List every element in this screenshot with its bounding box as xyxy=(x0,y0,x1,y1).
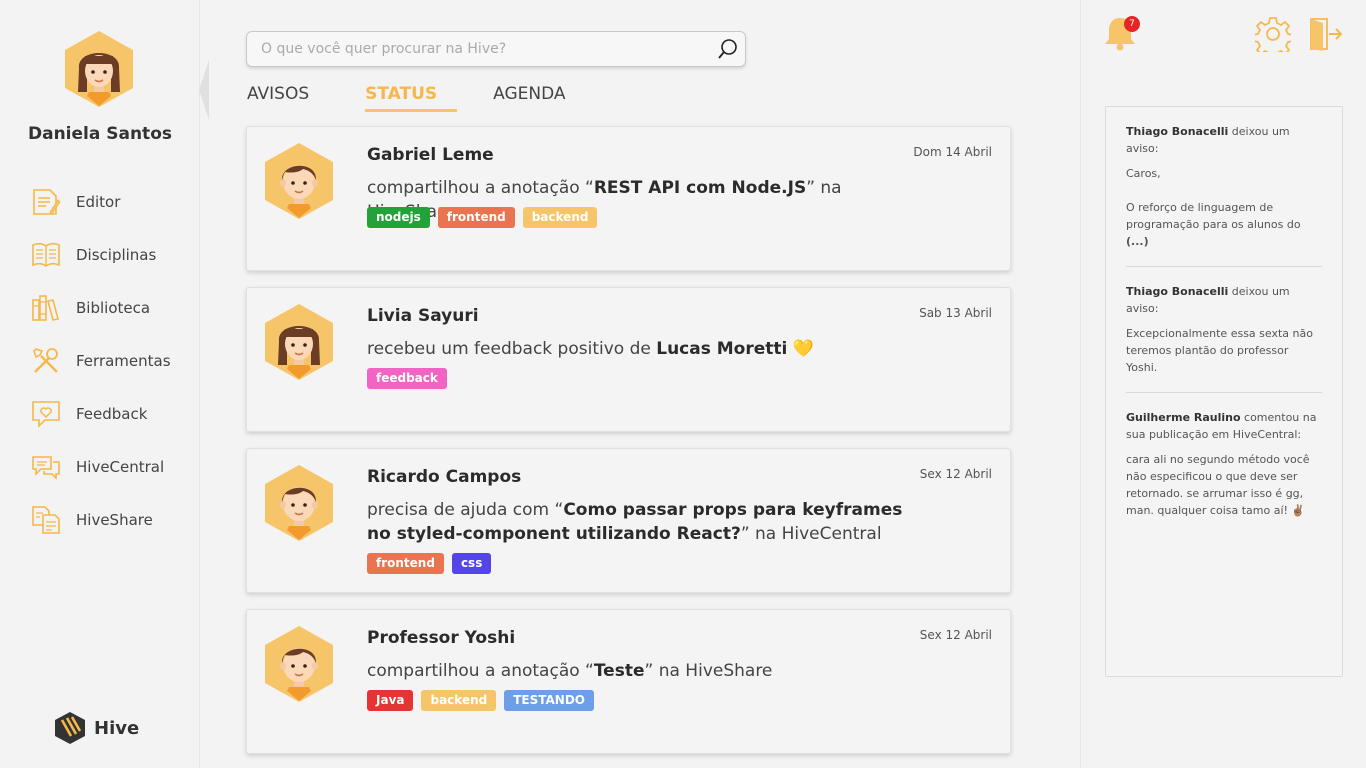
nav-item-editor[interactable]: Editor xyxy=(30,184,200,220)
brand-name: Hive xyxy=(94,717,140,739)
search-bar xyxy=(246,31,746,67)
notice-author[interactable]: Thiago Bonacelli xyxy=(1126,285,1228,298)
tag[interactable]: feedback xyxy=(367,368,447,389)
chat-icon xyxy=(32,456,60,480)
tag[interactable]: TESTANDO xyxy=(504,690,594,711)
nav-item-biblioteca[interactable]: Biblioteca xyxy=(30,290,200,326)
tag[interactable]: frontend xyxy=(367,553,444,574)
user-avatar[interactable] xyxy=(263,625,335,703)
notice-header: Thiago Bonacelli deixou um aviso: xyxy=(1126,285,1290,315)
nav-item-hivecentral[interactable]: HiveCentral xyxy=(30,449,200,485)
post-author[interactable]: Gabriel Leme xyxy=(367,145,494,165)
feed-card[interactable]: Professor Yoshi Sex 12 Abril compartilho… xyxy=(246,609,1011,754)
read-more-link[interactable]: (...) xyxy=(1126,235,1149,248)
post-highlight[interactable]: Lucas Moretti xyxy=(656,339,787,359)
gear-icon[interactable] xyxy=(1255,16,1291,52)
feed-card[interactable]: Ricardo Campos Sex 12 Abril precisa de a… xyxy=(246,448,1011,593)
nav-item-feedback[interactable]: Feedback xyxy=(30,396,200,432)
notice-header: Thiago Bonacelli deixou um aviso: xyxy=(1126,125,1290,155)
share-docs-icon xyxy=(32,506,60,534)
nav-item-disciplinas[interactable]: Disciplinas xyxy=(30,237,200,273)
tag[interactable]: backend xyxy=(421,690,497,711)
tag[interactable]: Java xyxy=(367,690,414,711)
nav-label: HiveCentral xyxy=(76,458,165,476)
notice-text: cara ali no segundo método você não espe… xyxy=(1126,453,1310,517)
notice-author[interactable]: Guilherme Raulino xyxy=(1126,411,1241,424)
post-date: Dom 14 Abril xyxy=(913,145,992,159)
feed-card[interactable]: Livia Sayuri Sab 13 Abril recebeu um fee… xyxy=(246,287,1011,432)
feed-tabs: AVISOS STATUS AGENDA xyxy=(247,84,622,112)
tag-list: Java backend TESTANDO xyxy=(367,690,602,711)
notices-panel: Thiago Bonacelli deixou um aviso: Caros,… xyxy=(1105,106,1343,677)
user-avatar[interactable] xyxy=(263,303,335,381)
tag-list: nodejs frontend backend xyxy=(367,207,605,228)
notice-text: O reforço de linguagem de programação pa… xyxy=(1126,201,1301,248)
post-date: Sab 13 Abril xyxy=(919,306,992,320)
user-avatar[interactable] xyxy=(263,142,335,220)
post-message: compartilhou a anotação “Teste” na HiveS… xyxy=(367,661,773,681)
tag[interactable]: nodejs xyxy=(367,207,430,228)
library-icon xyxy=(32,295,59,321)
tag[interactable]: backend xyxy=(522,207,598,228)
nav-label: Biblioteca xyxy=(76,299,151,317)
post-highlight[interactable]: Teste xyxy=(594,661,645,681)
logout-icon[interactable] xyxy=(1307,16,1343,52)
tag[interactable]: frontend xyxy=(437,207,515,228)
book-icon xyxy=(32,242,60,267)
search-icon[interactable] xyxy=(717,38,739,60)
main-nav: Editor Disciplinas Biblioteca Ferramenta… xyxy=(30,184,200,555)
nav-label: Feedback xyxy=(76,405,148,423)
post-author[interactable]: Professor Yoshi xyxy=(367,628,515,648)
nav-item-hiveshare[interactable]: HiveShare xyxy=(30,502,200,538)
notice-header: Guilherme Raulino comentou na sua public… xyxy=(1126,411,1317,441)
hive-logo-icon xyxy=(55,712,85,744)
notice-item[interactable]: Thiago Bonacelli deixou um aviso: Excepc… xyxy=(1126,283,1322,393)
feedback-heart-icon xyxy=(32,401,60,428)
notice-item[interactable]: Guilherme Raulino comentou na sua public… xyxy=(1126,409,1322,535)
sidebar-collapse-tab[interactable] xyxy=(199,60,209,120)
notice-author[interactable]: Thiago Bonacelli xyxy=(1126,125,1228,138)
nav-label: Ferramentas xyxy=(76,352,171,370)
user-avatar[interactable] xyxy=(263,464,335,542)
post-message: precisa de ajuda com “Como passar props … xyxy=(367,500,903,544)
notice-item[interactable]: Thiago Bonacelli deixou um aviso: Caros,… xyxy=(1126,123,1322,267)
profile-avatar[interactable] xyxy=(63,30,135,108)
post-author[interactable]: Livia Sayuri xyxy=(367,306,479,326)
nav-label: Disciplinas xyxy=(76,246,157,264)
post-author[interactable]: Ricardo Campos xyxy=(367,467,521,487)
post-date: Sex 12 Abril xyxy=(919,467,992,481)
post-date: Sex 12 Abril xyxy=(919,628,992,642)
nav-label: Editor xyxy=(76,193,121,211)
notice-text: Caros, xyxy=(1126,167,1161,180)
tab-status[interactable]: STATUS xyxy=(365,84,458,112)
notification-badge: 7 xyxy=(1124,16,1140,32)
status-feed: Gabriel Leme Dom 14 Abril compartilhou a… xyxy=(246,126,1012,768)
tag-list: frontend css xyxy=(367,553,499,574)
notice-text: Excepcionalmente essa sexta não teremos … xyxy=(1126,327,1313,374)
editor-icon xyxy=(33,189,61,215)
tag-list: feedback xyxy=(367,368,455,389)
nav-item-ferramentas[interactable]: Ferramentas xyxy=(30,343,200,379)
tab-agenda[interactable]: AGENDA xyxy=(493,84,565,108)
profile-name: Daniela Santos xyxy=(27,124,172,144)
brand-logo[interactable]: Hive xyxy=(54,711,139,745)
feed-card[interactable]: Gabriel Leme Dom 14 Abril compartilhou a… xyxy=(246,126,1011,271)
search-input[interactable] xyxy=(247,32,687,66)
post-highlight[interactable]: REST API com Node.JS xyxy=(594,178,806,198)
tag[interactable]: css xyxy=(451,553,492,574)
tools-icon xyxy=(33,348,58,373)
tab-avisos[interactable]: AVISOS xyxy=(247,84,309,108)
right-panel: 7 Thiago Bonacelli deixou um aviso: Caro… xyxy=(1080,0,1366,768)
nav-label: HiveShare xyxy=(76,511,153,529)
sidebar: Daniela Santos Editor Disciplinas Biblio… xyxy=(0,0,209,768)
post-message: recebeu um feedback positivo de Lucas Mo… xyxy=(367,339,814,359)
